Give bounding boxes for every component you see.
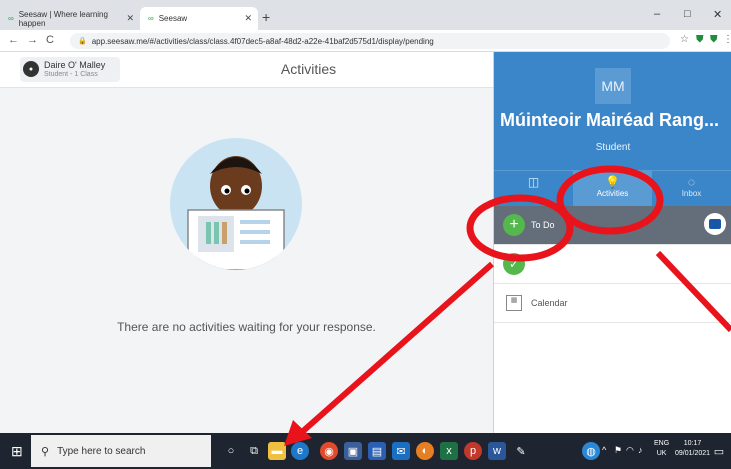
url-text: app.seesaw.me/#/activities/class/class.4… [91,36,434,46]
teacher-profile: MM Múinteoir Mairéad Rang... Student [494,52,731,170]
close-tab-icon[interactable]: ✕ [244,13,252,24]
tab-activities[interactable]: 💡 Activities [573,171,652,207]
clock-time: 10:17 [683,440,702,447]
seesaw-favicon-icon: ∞ [148,14,154,23]
search-placeholder: Type here to search [57,445,146,457]
people-icon[interactable]: ◍ [582,442,600,460]
lock-icon: 🔒 [78,38,87,45]
app-header: ● Daire O' Malley Student - 1 Class Acti… [0,52,493,88]
folder-icon[interactable] [704,213,726,235]
tab-seesaw-active[interactable]: ∞ Seesaw ✕ [140,7,258,30]
list-item-label: To Do [531,220,555,230]
chrome-icon[interactable]: ◉ [320,442,338,460]
forward-arrow-icon[interactable]: → [27,34,38,46]
seesaw-favicon-icon: ∞ [8,14,14,23]
windows-taskbar: ⊞ ⚲ Type here to search ○ ⧉ ▬ e ◉ ▣ ▤ ✉ … [0,433,731,469]
notification-icon[interactable]: ▭ [710,442,728,460]
activities-main: There are no activities waiting for your… [0,88,493,433]
file-explorer-icon[interactable]: ▬ [268,442,286,460]
back-arrow-icon[interactable]: ← [8,34,19,46]
volume-icon[interactable]: ♪ [638,445,643,455]
minimize-button[interactable]: – [654,8,660,20]
wifi-icon[interactable]: ◠ [626,445,634,456]
browser-tab-bar: ∞ Seesaw | Where learning happen ✕ ∞ See… [0,0,731,30]
store-icon[interactable]: ▣ [344,442,362,460]
activity-filter-list: + To Do ✓ ▦ Calendar [494,206,731,323]
paint-icon[interactable]: ✎ [512,442,530,460]
extension-shield-icon[interactable]: ⛊ [696,34,704,45]
star-icon[interactable]: ☆ [680,34,689,45]
menu-dots-icon[interactable]: ⋮ [723,34,731,45]
lang-code: ENG [654,440,670,447]
tab-journal[interactable]: ◫ [494,171,573,207]
list-item-completed[interactable]: ✓ [494,245,731,284]
clock-date: 09/01/2021 [675,450,711,457]
maximize-button[interactable]: □ [684,8,691,20]
taskbar-clock[interactable]: 10:17 09/01/2021 [675,439,710,459]
close-window-button[interactable]: ✕ [713,8,722,21]
language-indicator[interactable]: ENG UK [654,439,669,459]
teacher-name: Múinteoir Mairéad Rang... [500,110,720,130]
excel-icon[interactable]: x [440,442,458,460]
bulb-icon: 💡 [605,175,620,189]
word-icon[interactable]: w [488,442,506,460]
chat-icon: ◌ [687,175,696,189]
teacher-initials-avatar[interactable]: MM [595,68,631,104]
plus-icon: + [503,214,525,236]
tab-label: Inbox [681,189,702,198]
app-icon[interactable]: ▤ [368,442,386,460]
calendar-icon: ▦ [506,295,522,311]
address-bar-row: ← → C 🔒 app.seesaw.me/#/activities/class… [0,30,731,52]
network-icon[interactable]: ⚑ [614,445,622,456]
extension-shield-icon[interactable]: ⛊ [710,34,718,45]
list-item-calendar[interactable]: ▦ Calendar [494,284,731,323]
check-icon: ✓ [503,253,525,275]
url-field[interactable]: 🔒 app.seesaw.me/#/activities/class/class… [70,33,670,49]
role-label: Student [595,142,631,153]
empty-state-message: There are no activities waiting for your… [117,320,376,334]
browser-icon[interactable]: ◐ [416,442,434,460]
tab-label: Activities [596,189,629,198]
tab-label: Seesaw [158,14,188,23]
close-tab-icon[interactable]: ✕ [126,13,134,24]
search-icon: ⚲ [41,445,50,458]
list-item-todo[interactable]: + To Do [494,206,731,245]
reload-icon[interactable]: C [46,34,54,46]
book-icon: ◫ [527,175,540,189]
windows-start-icon[interactable]: ⊞ [11,443,23,460]
class-panel: MM Múinteoir Mairéad Rang... Student ◫ 💡… [493,52,731,433]
list-item-label: Calendar [531,298,568,308]
empty-state-illustration [170,138,302,270]
cortana-icon[interactable]: ○ [222,442,240,460]
panel-nav-tabs: ◫ 💡 Activities ◌ Inbox [494,170,731,207]
tab-label: Seesaw | Where learning happen [18,9,108,28]
taskbar-search-input[interactable]: ⚲ Type here to search [31,435,211,467]
tray-chevron-icon[interactable]: ^ [602,445,606,455]
task-view-icon[interactable]: ⧉ [245,442,263,460]
screen: ∞ Seesaw | Where learning happen ✕ ∞ See… [0,0,731,469]
lang-region: UK [656,450,667,457]
tab-seesaw-home[interactable]: ∞ Seesaw | Where learning happen ✕ [0,7,140,30]
powerpoint-icon[interactable]: p [464,442,482,460]
edge-icon[interactable]: e [291,442,309,460]
tab-inbox[interactable]: ◌ Inbox [652,171,731,207]
new-tab-button[interactable]: + [262,9,270,25]
mail-icon[interactable]: ✉ [392,442,410,460]
